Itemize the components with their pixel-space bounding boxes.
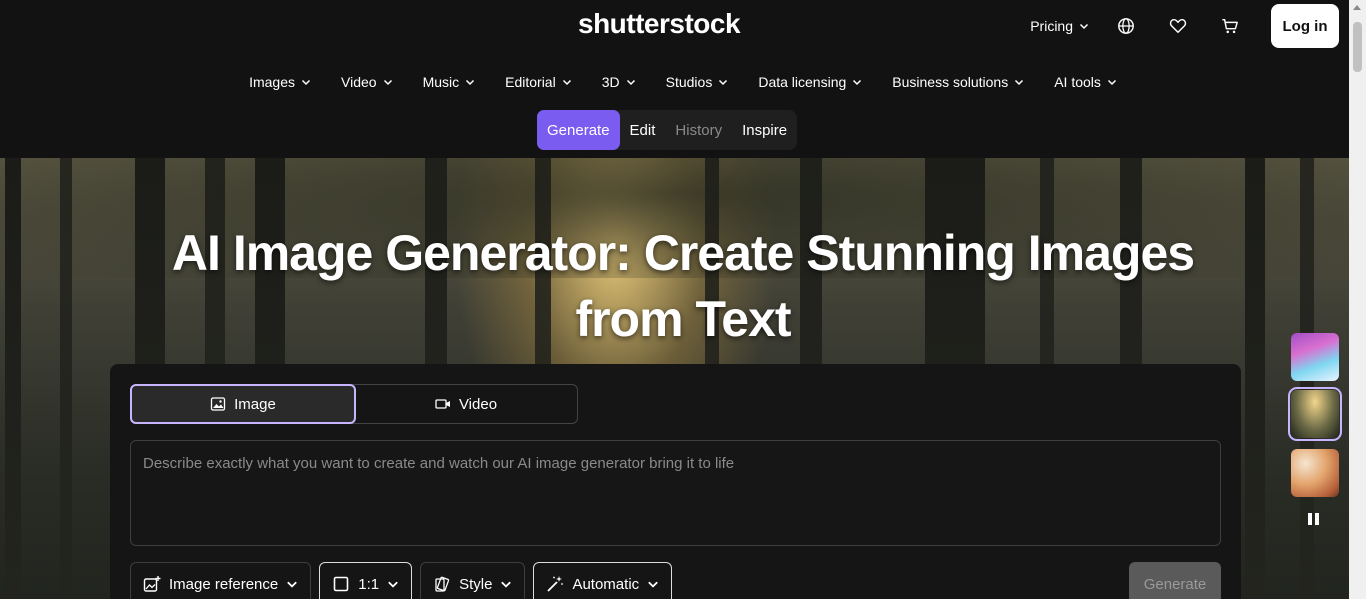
pricing-dropdown[interactable]: Pricing [1030, 18, 1089, 34]
chevron-down-icon [1015, 79, 1024, 86]
carousel-thumbnail[interactable] [1291, 333, 1339, 381]
cart-icon[interactable] [1219, 15, 1241, 37]
chevron-down-icon [301, 79, 311, 86]
chevron-down-icon [383, 79, 392, 86]
main-nav: Images Video Music Editorial 3D Studios … [0, 70, 1366, 94]
image-reference-label: Image reference [169, 575, 279, 593]
header-actions: Pricing Log in [1030, 4, 1339, 48]
mode-video-button[interactable]: Video [355, 385, 577, 423]
tab-generate[interactable]: Generate [537, 110, 620, 150]
nav-item-video[interactable]: Video [326, 70, 408, 94]
nav-item-label: Editorial [505, 74, 556, 90]
chevron-down-icon [1079, 23, 1089, 30]
mode-video-label: Video [458, 395, 498, 413]
nav-item-label: 3D [601, 74, 620, 90]
title-line-2: from Text [575, 291, 791, 347]
model-label: Automatic [572, 575, 640, 593]
tab-inspire[interactable]: Inspire [732, 110, 797, 150]
generator-panel: Image Video Image reference 1:1 Style [110, 364, 1241, 599]
mode-image-button[interactable]: Image [130, 384, 356, 424]
scroll-up-arrow-icon[interactable] [1353, 5, 1361, 10]
nav-item-images[interactable]: Images [234, 70, 326, 94]
tab-edit[interactable]: Edit [620, 110, 666, 150]
heart-icon[interactable] [1167, 15, 1189, 37]
chevron-down-icon [287, 581, 298, 588]
model-select[interactable]: Automatic [533, 562, 673, 599]
nav-item-label: Studios [665, 74, 713, 90]
image-reference-button[interactable]: Image reference [130, 562, 312, 599]
carousel-thumbnail-selected[interactable] [1288, 387, 1342, 441]
ai-subnav: Generate Edit History Inspire [537, 110, 798, 150]
nav-item-label: AI tools [1054, 74, 1101, 90]
aspect-ratio-value: 1:1 [358, 575, 380, 593]
prompt-input[interactable] [130, 440, 1221, 546]
carousel-thumbnail[interactable] [1291, 449, 1339, 497]
image-add-icon [143, 576, 161, 592]
nav-item-label: Business solutions [892, 74, 1009, 90]
tab-history[interactable]: History [665, 110, 732, 150]
scrollbar[interactable] [1349, 0, 1366, 599]
chevron-down-icon [388, 581, 398, 588]
magic-wand-icon [547, 576, 564, 592]
page-title: AI Image Generator: Create Stunning Imag… [0, 220, 1366, 352]
chevron-down-icon [501, 581, 512, 588]
style-label: Style [459, 575, 493, 593]
generator-controls: Image reference 1:1 Style Automatic [130, 562, 673, 599]
nav-item-business-solutions[interactable]: Business solutions [877, 70, 1039, 94]
title-line-1: AI Image Generator: Create Stunning Imag… [171, 225, 1195, 281]
nav-item-label: Music [422, 74, 460, 90]
square-icon [333, 576, 349, 592]
style-cards-icon [435, 576, 450, 592]
scrollbar-thumb[interactable] [1353, 22, 1362, 72]
top-header: shutterstock Pricing Log in Images Video… [0, 0, 1366, 158]
nav-item-editorial[interactable]: Editorial [490, 70, 587, 94]
nav-item-label: Data licensing [758, 74, 847, 90]
chevron-down-icon [626, 79, 635, 86]
nav-item-studios[interactable]: Studios [651, 70, 744, 94]
page: shutterstock Pricing Log in Images Video… [0, 0, 1366, 599]
nav-item-ai-tools[interactable]: AI tools [1039, 70, 1132, 94]
globe-icon[interactable] [1115, 15, 1137, 37]
pricing-label: Pricing [1030, 18, 1073, 34]
video-camera-icon [435, 399, 450, 409]
login-button[interactable]: Log in [1271, 4, 1339, 48]
nav-item-label: Images [249, 74, 295, 90]
chevron-down-icon [853, 79, 862, 86]
chevron-down-icon [466, 79, 475, 86]
media-type-toggle: Image Video [130, 384, 578, 424]
chevron-down-icon [648, 581, 658, 588]
chevron-down-icon [1107, 79, 1116, 86]
aspect-ratio-select[interactable]: 1:1 [319, 562, 413, 599]
pause-icon[interactable] [1308, 513, 1322, 527]
chevron-down-icon [719, 79, 728, 86]
nav-item-data-licensing[interactable]: Data licensing [743, 70, 877, 94]
image-icon [210, 397, 226, 411]
nav-item-music[interactable]: Music [408, 70, 491, 94]
nav-item-label: Video [341, 74, 377, 90]
shutterstock-logo[interactable]: shutterstock [578, 8, 741, 40]
generate-button[interactable]: Generate [1129, 562, 1221, 599]
mode-image-label: Image [234, 395, 276, 413]
style-select[interactable]: Style [420, 562, 526, 599]
chevron-down-icon [562, 79, 571, 86]
nav-item-3d[interactable]: 3D [587, 70, 651, 94]
